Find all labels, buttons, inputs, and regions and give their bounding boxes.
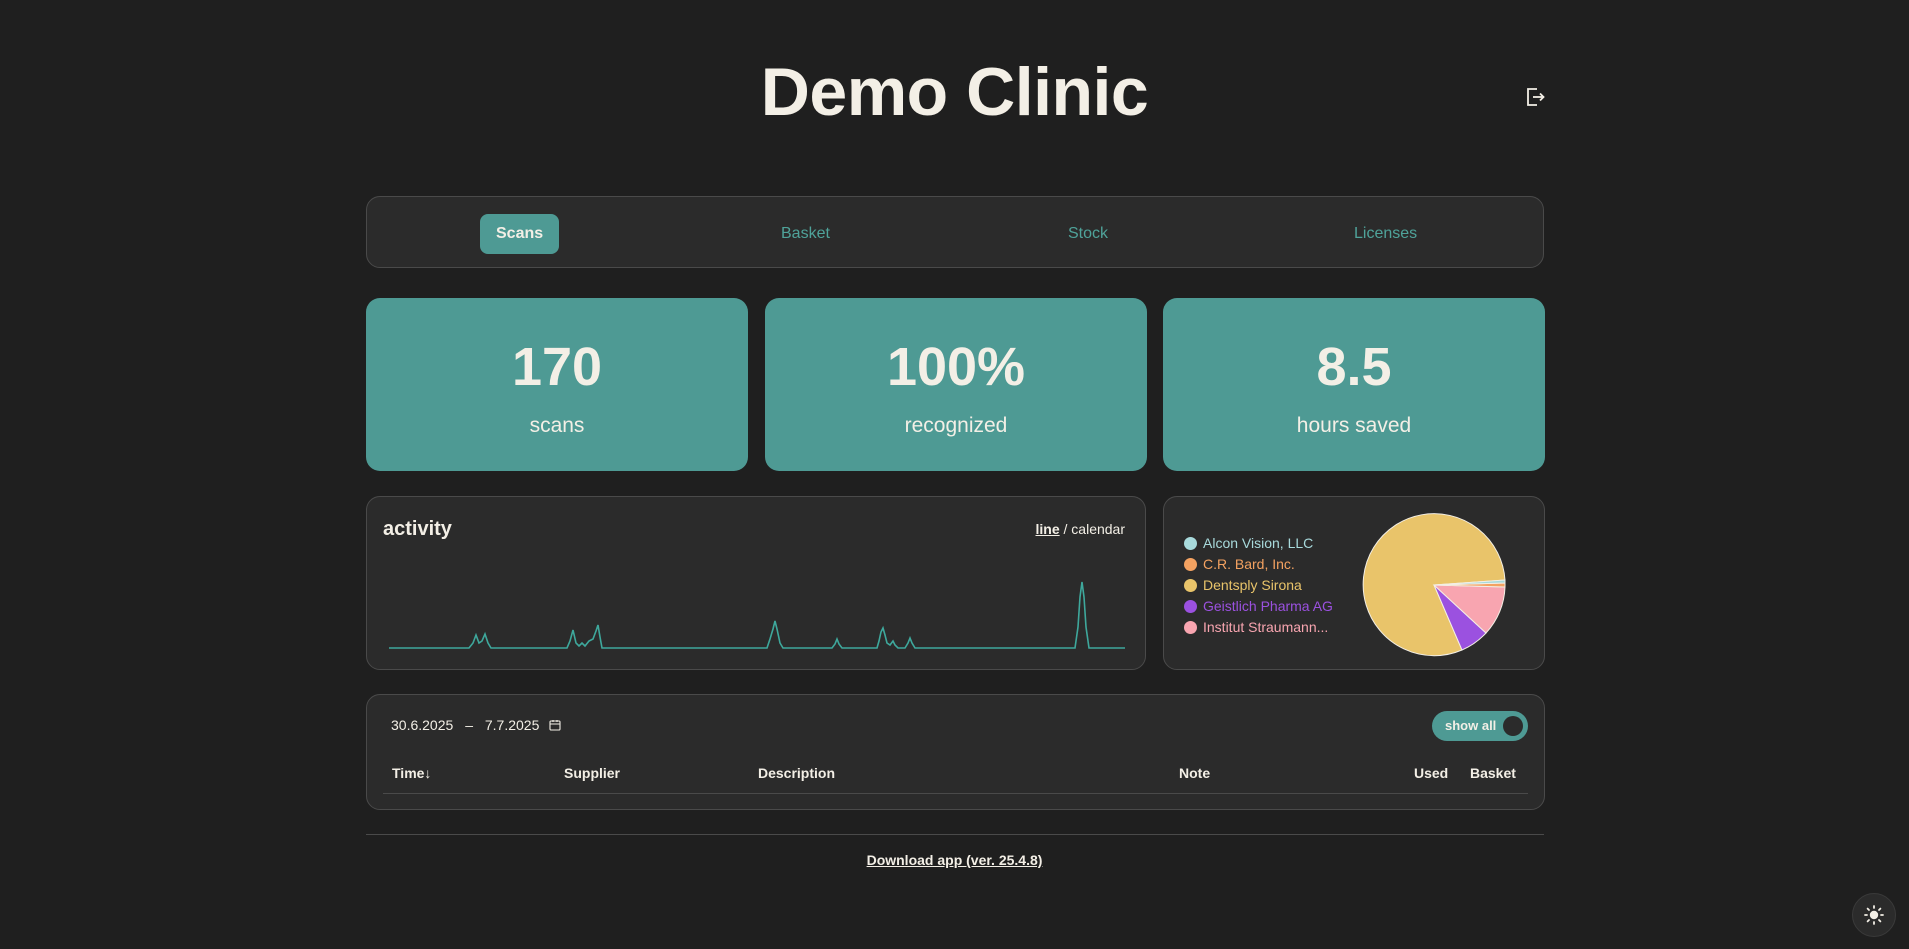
main-tabs: Scans Basket Stock Licenses	[366, 196, 1544, 268]
legend-label: C.R. Bard, Inc.	[1203, 556, 1295, 572]
theme-toggle-button[interactable]	[1852, 893, 1896, 937]
legend-label: Dentsply Sirona	[1203, 577, 1302, 593]
stat-value: 100%	[886, 337, 1026, 397]
stat-label: scans	[529, 414, 585, 437]
stat-label: recognized	[904, 414, 1008, 437]
sun-icon	[1864, 905, 1884, 925]
legend-item: Alcon Vision, LLC	[1184, 533, 1333, 554]
legend-swatch	[1184, 558, 1197, 571]
stat-value: 8.5	[1316, 337, 1392, 397]
show-all-label: show all	[1445, 718, 1497, 733]
tab-basket[interactable]: Basket	[765, 214, 846, 254]
column-header-basket[interactable]: Basket	[1470, 765, 1516, 781]
legend-label: Geistlich Pharma AG	[1203, 598, 1333, 614]
legend-swatch	[1184, 579, 1197, 592]
date-range-picker[interactable]: 30.6.2025 – 7.7.2025	[391, 717, 561, 734]
legend-item: Geistlich Pharma AG	[1184, 596, 1333, 617]
date-separator: –	[465, 717, 473, 733]
activity-line	[389, 581, 1125, 649]
activity-panel: activity line / calendar	[366, 496, 1146, 670]
legend-swatch	[1184, 621, 1197, 634]
supplier-panel: Alcon Vision, LLC C.R. Bard, Inc. Dentsp…	[1163, 496, 1545, 670]
calendar-icon[interactable]	[549, 718, 561, 734]
toggle-knob	[1503, 716, 1523, 736]
scans-table-panel: 30.6.2025 – 7.7.2025 show all Time↓ Supp…	[366, 694, 1545, 810]
view-toggle: line / calendar	[1036, 521, 1126, 537]
stat-value: 170	[511, 337, 603, 397]
footer: Download app (ver. 25.4.8)	[0, 852, 1909, 868]
column-header-note[interactable]: Note	[1179, 765, 1210, 781]
tab-scans[interactable]: Scans	[480, 214, 560, 254]
logout-icon[interactable]	[1524, 86, 1546, 108]
column-header-used[interactable]: Used	[1414, 765, 1448, 781]
show-all-toggle[interactable]: show all	[1432, 711, 1528, 741]
view-separator: /	[1059, 521, 1072, 537]
page-title: Demo Clinic	[760, 54, 1149, 130]
column-header-description[interactable]: Description	[758, 765, 835, 781]
date-to: 7.7.2025	[484, 717, 540, 733]
legend-swatch	[1184, 537, 1197, 550]
column-header-supplier[interactable]: Supplier	[564, 765, 620, 781]
download-app-link[interactable]: Download app (ver. 25.4.8)	[867, 852, 1043, 868]
legend-item: Dentsply Sirona	[1184, 575, 1333, 596]
stat-card-hours-saved: 8.5 hours saved	[1163, 298, 1545, 471]
activity-line-chart	[389, 581, 1125, 649]
column-header-time[interactable]: Time↓	[392, 765, 431, 781]
footer-divider	[366, 834, 1544, 835]
legend-item: Institut Straumann...	[1184, 617, 1333, 638]
view-calendar-link[interactable]: calendar	[1071, 521, 1125, 537]
stat-card-recognized: 100% recognized	[765, 298, 1147, 471]
stat-card-scans: 170 scans	[366, 298, 748, 471]
supplier-pie-chart	[1362, 513, 1506, 657]
legend-item: C.R. Bard, Inc.	[1184, 554, 1333, 575]
supplier-legend: Alcon Vision, LLC C.R. Bard, Inc. Dentsp…	[1184, 533, 1333, 638]
view-line-link[interactable]: line	[1036, 521, 1060, 537]
legend-swatch	[1184, 600, 1197, 613]
date-from: 30.6.2025	[391, 717, 454, 733]
legend-label: Institut Straumann...	[1203, 619, 1329, 635]
activity-title: activity	[383, 518, 452, 540]
legend-label: Alcon Vision, LLC	[1203, 535, 1314, 551]
tab-licenses[interactable]: Licenses	[1338, 214, 1433, 254]
tab-stock[interactable]: Stock	[1052, 214, 1124, 254]
stat-label: hours saved	[1296, 414, 1412, 437]
table-header-divider	[383, 793, 1528, 794]
